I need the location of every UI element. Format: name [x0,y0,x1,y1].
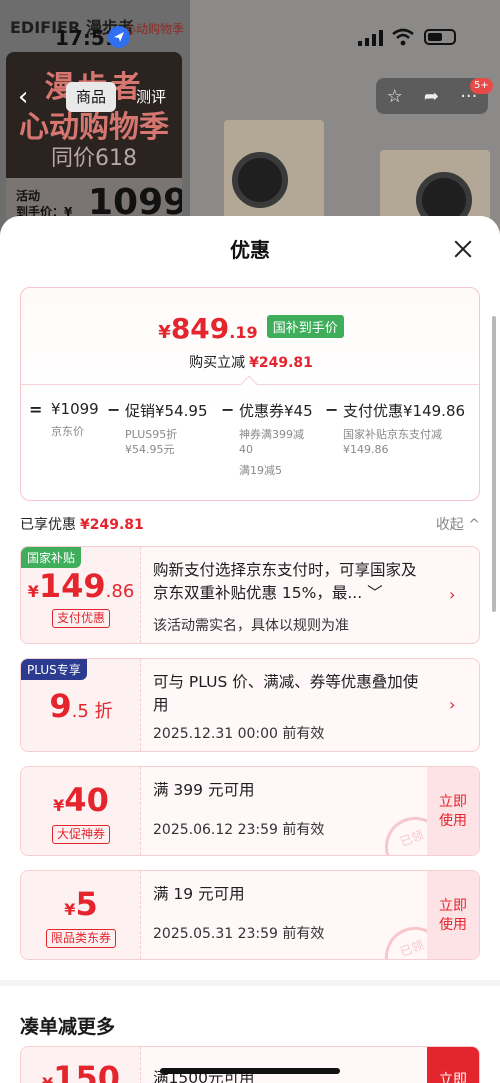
offer-card-plus[interactable]: PLUS专享 9.5 折 可与 PLUS 价、满减、券等优惠叠加使用 2025.… [20,658,480,752]
divider-notch [240,375,258,393]
tab-review[interactable]: 测评 [126,82,176,112]
offer-amount: ¥149.86 [27,567,135,605]
formula-value: 优惠券¥45 [239,402,313,420]
offer-tag: PLUS专享 [21,659,87,680]
coupon-card-5: ¥5 限品类东券 满 19 元可用 2025.05.31 23:59 前有效 已… [20,870,480,960]
formula-item-promo: − 促销¥54.95 PLUS95折 ¥54.95元 [107,400,208,456]
enjoyed-label: 已享优惠 [20,517,76,533]
coupon-card-150: ¥150 满1500元可用 立即 [20,1046,480,1083]
wifi-icon [392,28,414,46]
formula-item-coupon: − 优惠券¥45 神券满399减 40 满19减5 [221,400,313,477]
offer-value-panel: 国家补贴 ¥149.86 支付优惠 [21,547,141,643]
offer-condition: 该活动需实名，具体以规则为准 [153,618,349,634]
coupon-condition: 满 399 元可用 [153,781,255,799]
coupon-amount: ¥5 [64,885,98,923]
discount-summary: 购买立减 ¥249.81 [21,352,481,372]
sheet-title: 优惠 [230,238,270,262]
final-price-tag: 国补到手价 [266,315,344,338]
formula-value: 支付优惠¥149.86 [343,402,466,420]
brand-campaign: 心动购物季 [124,22,185,36]
formula-value: ¥1099 [51,400,99,418]
coupon-condition: 满 19 元可用 [153,885,245,903]
battery-icon [424,29,456,45]
banner-line3: 同价618 [51,146,137,171]
offer-description: 购新支付选择京东支付时，可享国家及京东双重补贴优惠 15%，最... ﹀ [153,561,417,602]
offer-condition: 2025.12.31 00:00 前有效 [153,726,325,742]
discount-amount: ¥249.81 [249,355,313,371]
coupon-amount: ¥150 [42,1059,120,1083]
coupon-type: 限品类东券 [21,927,141,948]
coupon-card-40: ¥40 大促神券 满 399 元可用 2025.06.12 23:59 前有效 … [20,766,480,856]
formula-item-payment: − 支付优惠¥149.86 国家补贴京东支付减 ¥149.86 [325,400,466,456]
offer-amount: 9.5 折 [49,687,113,725]
final-price: ¥849.19 [158,312,258,345]
coupon-value-panel: ¥150 [21,1047,141,1083]
scrollbar[interactable] [492,316,496,612]
coupon-amount: ¥40 [53,781,109,819]
favorite-star-icon[interactable]: ☆ [387,86,403,107]
enjoyed-amount: ¥249.81 [80,517,144,533]
offer-card-national-subsidy[interactable]: 国家补贴 ¥149.86 支付优惠 购新支付选择京东支付时，可享国家及京东双重补… [20,546,480,644]
formula-sub: PLUS95折 ¥54.95元 [125,428,178,456]
final-price-row: ¥849.19 国补到手价 [21,312,481,345]
price-breakdown-card: ¥849.19 国补到手价 购买立减 ¥249.81 = ¥1099 京东价 − … [20,287,480,501]
formula-sub: 神券满399减 40 满19减5 [239,428,304,477]
more-deals-title: 凑单减更多 [20,1016,116,1038]
cellular-signal-icon [358,30,383,46]
use-coupon-button[interactable]: 立即 [427,1047,479,1083]
use-coupon-button[interactable]: 立即 使用 [427,767,479,855]
formula-value: 促销¥54.95 [125,402,208,420]
product-page-background: 漫步者 心动购物季 同价618 活动 到手价：¥ 1099 EDIFIER 漫步… [0,0,500,240]
offers-sheet: 优惠 ¥849.19 国补到手价 购买立减 ¥249.81 = ¥1099 京东价… [0,216,500,1083]
coupon-value-panel: ¥5 限品类东券 [21,871,141,959]
coupon-expiry: 2025.05.31 23:59 前有效 [153,926,325,942]
promo-banner: 漫步者 心动购物季 同价618 活动 到手价：¥ 1099 [6,52,182,240]
location-arrow-icon [108,26,130,48]
message-badge: 5+ [470,78,493,94]
enjoyed-offers-header: 已享优惠 ¥249.81 收起 ^ [20,514,480,534]
formula-sub: 京东价 [51,425,84,438]
discount-label: 购买立减 [189,355,246,371]
sheet-header: 优惠 [0,216,500,280]
formula-item-jd-price: = ¥1099 京东价 [29,400,99,438]
chevron-right-icon[interactable]: › [449,695,461,714]
offer-type: 支付优惠 [21,607,141,628]
collapse-toggle[interactable]: 收起 ^ [436,514,480,534]
formula-sub: 国家补贴京东支付减 ¥149.86 [343,428,442,456]
back-icon[interactable]: ‹ [18,82,46,112]
coupon-value-panel: ¥40 大促神券 [21,767,141,855]
close-icon[interactable] [448,234,478,264]
share-icon[interactable]: ➦ [424,86,439,107]
tab-product[interactable]: 商品 [66,82,117,112]
offer-tag: 国家补贴 [21,547,82,568]
home-indicator[interactable] [160,1068,340,1074]
coupon-expiry: 2025.06.12 23:59 前有效 [153,822,325,838]
product-tabs: 商品 测评 [66,82,176,112]
chevron-right-icon[interactable]: › [449,585,461,604]
offer-description: 可与 PLUS 价、满减、券等优惠叠加使用 [153,673,419,714]
coupon-type: 大促神券 [21,823,141,844]
offer-value-panel: PLUS专享 9.5 折 [21,659,141,751]
speaker-cone-left [232,152,288,208]
use-coupon-button[interactable]: 立即 使用 [427,871,479,959]
